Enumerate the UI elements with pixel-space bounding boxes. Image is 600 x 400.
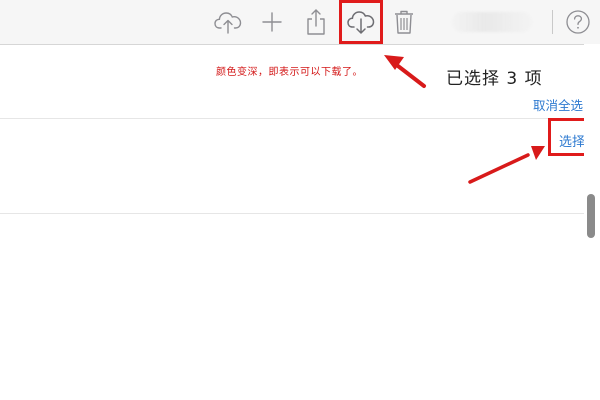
arrow-to-select: [468, 146, 545, 184]
share-icon[interactable]: [300, 6, 332, 38]
cloud-download-icon[interactable]: [345, 6, 377, 38]
divider-line: [0, 213, 584, 214]
divider-line: [0, 118, 584, 119]
scrollbar-thumb[interactable]: [587, 194, 595, 238]
selected-count: 已选择 3 项: [446, 69, 543, 89]
toolbar-divider: [552, 10, 553, 34]
cloud-upload-icon[interactable]: [212, 6, 244, 38]
annotation-arrows: [384, 55, 545, 184]
plus-icon[interactable]: [256, 6, 288, 38]
select-link[interactable]: 选择: [559, 131, 585, 150]
deselect-all-link[interactable]: 取消全选: [533, 95, 583, 114]
help-icon[interactable]: [562, 6, 594, 38]
user-name-blurred[interactable]: [452, 12, 532, 32]
trash-icon[interactable]: [388, 6, 420, 38]
toolbar: [0, 0, 600, 45]
arrow-to-download: [384, 55, 426, 88]
annotation-text: 颜色变深，即表示可以下载了。: [216, 67, 363, 78]
